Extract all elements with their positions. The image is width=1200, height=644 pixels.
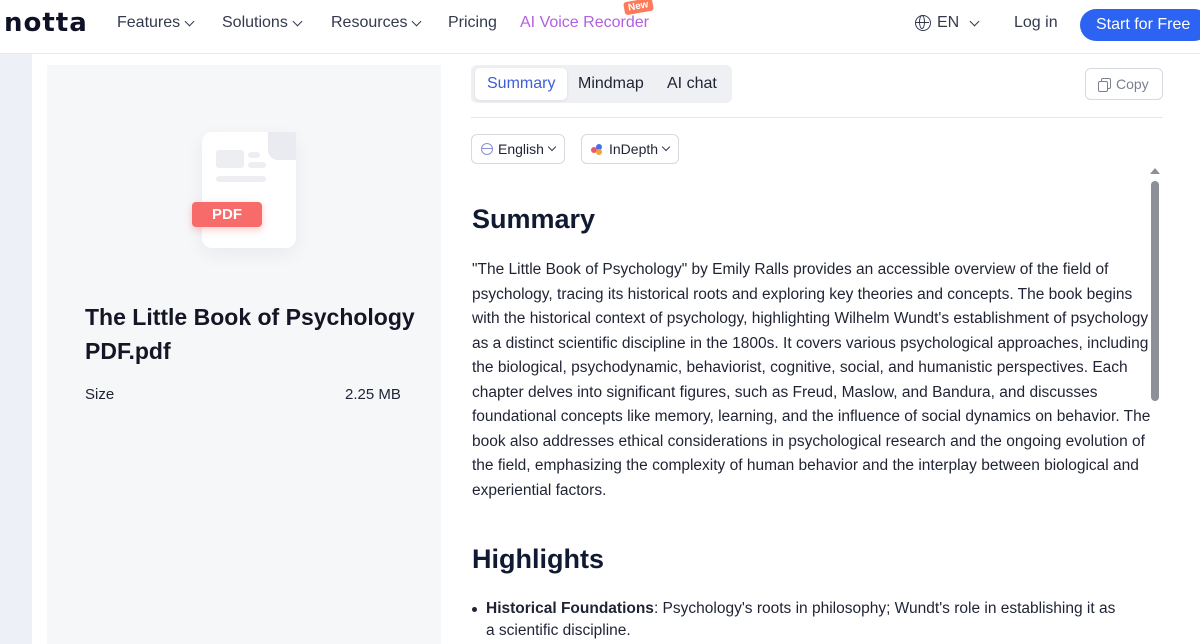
language-dropdown[interactable]: English [471,134,565,164]
document-line [248,162,266,168]
nav-solutions[interactable]: Solutions [222,14,303,32]
chevron-down-icon [969,16,980,26]
summary-paragraph: "The Little Book of Psychology" by Emily… [472,261,1151,499]
nav-pricing[interactable]: Pricing [448,14,497,32]
size-label: Size [85,386,115,403]
highlights-heading: Highlights [472,544,604,574]
language-selector[interactable]: EN [915,14,980,32]
document-fold [268,132,296,160]
document-icon [202,132,296,248]
indepth-icon [591,143,604,155]
list-item: Historical Foundations: Psychology's roo… [472,598,1126,642]
nav-resources[interactable]: Resources [331,14,422,32]
tab-summary[interactable]: Summary [475,68,568,100]
tab-mindmap[interactable]: Mindmap [566,68,656,100]
top-nav: notta Features Solutions Resources Prici… [0,0,1200,54]
highlight-title: Historical Foundations [486,600,654,617]
summary-heading: Summary [472,204,596,234]
nav-features-label: Features [117,14,181,31]
nav-solutions-label: Solutions [222,14,288,31]
file-title: The Little Book of Psychology PDF.pdf [85,304,415,364]
copy-label: Copy [1116,76,1149,92]
nav-ai-voice-recorder[interactable]: AI Voice Recorder [520,14,649,32]
bullet-icon [472,607,477,612]
nav-resources-label: Resources [331,14,408,31]
size-value: 2.25 MB [345,386,401,403]
notta-logo[interactable]: notta [4,8,88,38]
document-line [216,176,266,182]
chevron-down-icon [292,16,303,26]
nav-features[interactable]: Features [117,14,195,32]
document-line [248,152,260,158]
pdf-badge: PDF [192,202,262,227]
login-link[interactable]: Log in [1014,14,1058,32]
chevron-down-icon [184,16,195,26]
nav-pricing-label: Pricing [448,14,497,31]
globe-icon [481,143,493,155]
mode-dropdown[interactable]: InDepth [581,134,680,164]
chevron-down-icon [547,142,557,152]
scrollbar-thumb[interactable] [1151,181,1159,401]
mode-dropdown-label: InDepth [609,141,659,157]
nav-ai-voice-recorder-label: AI Voice Recorder [520,14,649,31]
language-label: EN [937,14,960,31]
chevron-down-icon [661,142,671,152]
globe-icon [915,15,931,31]
copy-button[interactable]: Copy [1085,68,1163,100]
start-for-free-button[interactable]: Start for Free [1080,9,1200,41]
divider [471,117,1163,118]
language-dropdown-label: English [498,141,544,157]
tab-ai-chat[interactable]: AI chat [655,68,729,100]
document-body [202,132,296,248]
copy-icon [1098,78,1111,92]
document-image-placeholder [216,150,244,168]
chevron-down-icon [412,16,422,26]
scroll-up-arrow-icon[interactable] [1150,168,1160,174]
view-tabs: Summary Mindmap AI chat [471,65,732,103]
